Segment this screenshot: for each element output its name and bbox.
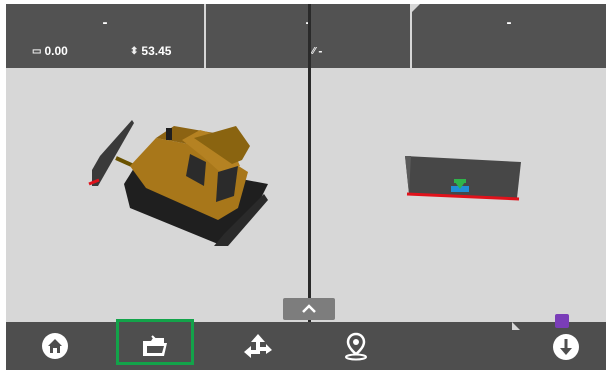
blade-width-icon: ▭ [32, 45, 42, 57]
status-panel-1[interactable]: - [6, 4, 204, 68]
dozer-blade [92, 120, 134, 186]
top-status-bar: - - - ▭ 0.00 ⬍ 53.45 ⁄⁄ - [6, 4, 606, 68]
status-panel-3[interactable]: - [412, 4, 606, 68]
dozer-model [88, 120, 268, 246]
blade-guidance-bar [454, 179, 466, 183]
elevation-icon: ⬍ [130, 45, 139, 57]
machine-3d-view[interactable] [6, 68, 308, 322]
home-icon [42, 333, 68, 359]
blade-view[interactable] [311, 68, 606, 322]
home-button[interactable] [26, 322, 84, 370]
metric-right-value: 53.45 [141, 44, 172, 58]
panel-1-value: - [102, 14, 108, 31]
guidance-arrows-icon [244, 334, 272, 358]
guidance-button[interactable] [228, 322, 288, 370]
metric-right: ⬍ 53.45 [130, 44, 171, 58]
exhaust-stack [166, 128, 172, 140]
notification-badge [555, 314, 569, 328]
metric-slope: ⁄⁄ - [312, 44, 322, 58]
blade-model [405, 156, 521, 201]
selected-button-highlight [116, 319, 194, 365]
metric-left: ▭ 0.00 [32, 44, 68, 58]
panel-corner-marker [412, 4, 420, 12]
panel-3-value: - [506, 14, 512, 31]
bottom-toolbar [6, 319, 606, 370]
location-button[interactable] [328, 322, 384, 370]
metric-left-value: 0.00 [44, 44, 68, 58]
download-icon [553, 334, 579, 360]
app-frame: - - - ▭ 0.00 ⬍ 53.45 ⁄⁄ - [6, 4, 606, 370]
toolbar-corner-marker [512, 322, 520, 330]
location-pin-icon [345, 332, 367, 361]
download-button[interactable] [538, 322, 594, 370]
expand-panel-button[interactable] [283, 298, 335, 320]
chevron-up-icon [302, 304, 316, 313]
slope-icon: ⁄⁄ [312, 45, 316, 57]
metric-slope-value: - [318, 44, 323, 58]
